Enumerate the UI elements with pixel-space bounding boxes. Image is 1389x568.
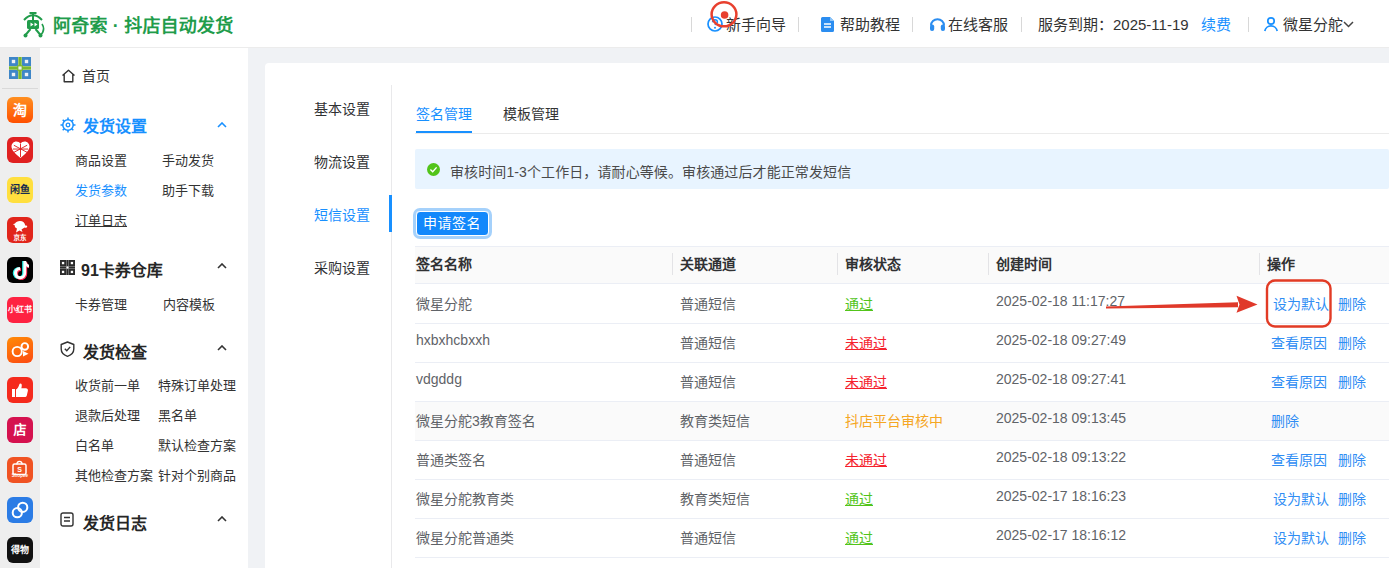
svg-text:S: S (17, 466, 22, 473)
